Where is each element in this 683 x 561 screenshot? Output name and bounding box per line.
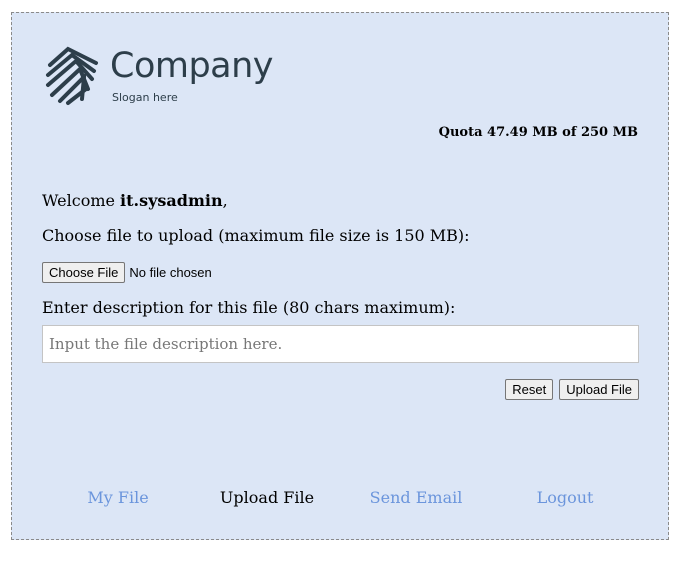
company-logo: Company Slogan here — [44, 45, 294, 107]
nav-send-email[interactable]: Send Email — [370, 488, 463, 507]
choose-file-label: Choose file to upload (maximum file size… — [42, 226, 470, 245]
username: it.sysadmin — [120, 191, 223, 210]
welcome-message: Welcome it.sysadmin, — [42, 191, 228, 210]
welcome-prefix: Welcome — [42, 191, 121, 210]
description-input[interactable] — [42, 325, 639, 363]
nav-upload-file: Upload File — [219, 488, 315, 507]
file-status: No file chosen — [129, 265, 212, 280]
form-actions: Reset Upload File — [505, 379, 639, 400]
quota-indicator: Quota 47.49 MB of 250 MB — [438, 125, 638, 140]
nav-logout[interactable]: Logout — [537, 488, 594, 507]
choose-file-button[interactable]: Choose File — [42, 262, 126, 283]
upload-panel: Company Slogan here Quota 47.49 MB of 25… — [11, 12, 669, 540]
description-label: Enter description for this file (80 char… — [42, 298, 456, 317]
company-slogan: Slogan here — [112, 91, 178, 104]
company-name: Company — [110, 46, 274, 86]
reset-button[interactable]: Reset — [505, 379, 554, 400]
bottom-nav: My File Upload File Send Email Logout — [12, 488, 668, 512]
welcome-suffix: , — [222, 191, 228, 210]
upload-file-button[interactable]: Upload File — [559, 379, 639, 400]
file-picker: Choose File No file chosen — [42, 262, 212, 283]
shield-stripes-icon — [46, 46, 98, 105]
nav-my-file[interactable]: My File — [87, 488, 148, 507]
